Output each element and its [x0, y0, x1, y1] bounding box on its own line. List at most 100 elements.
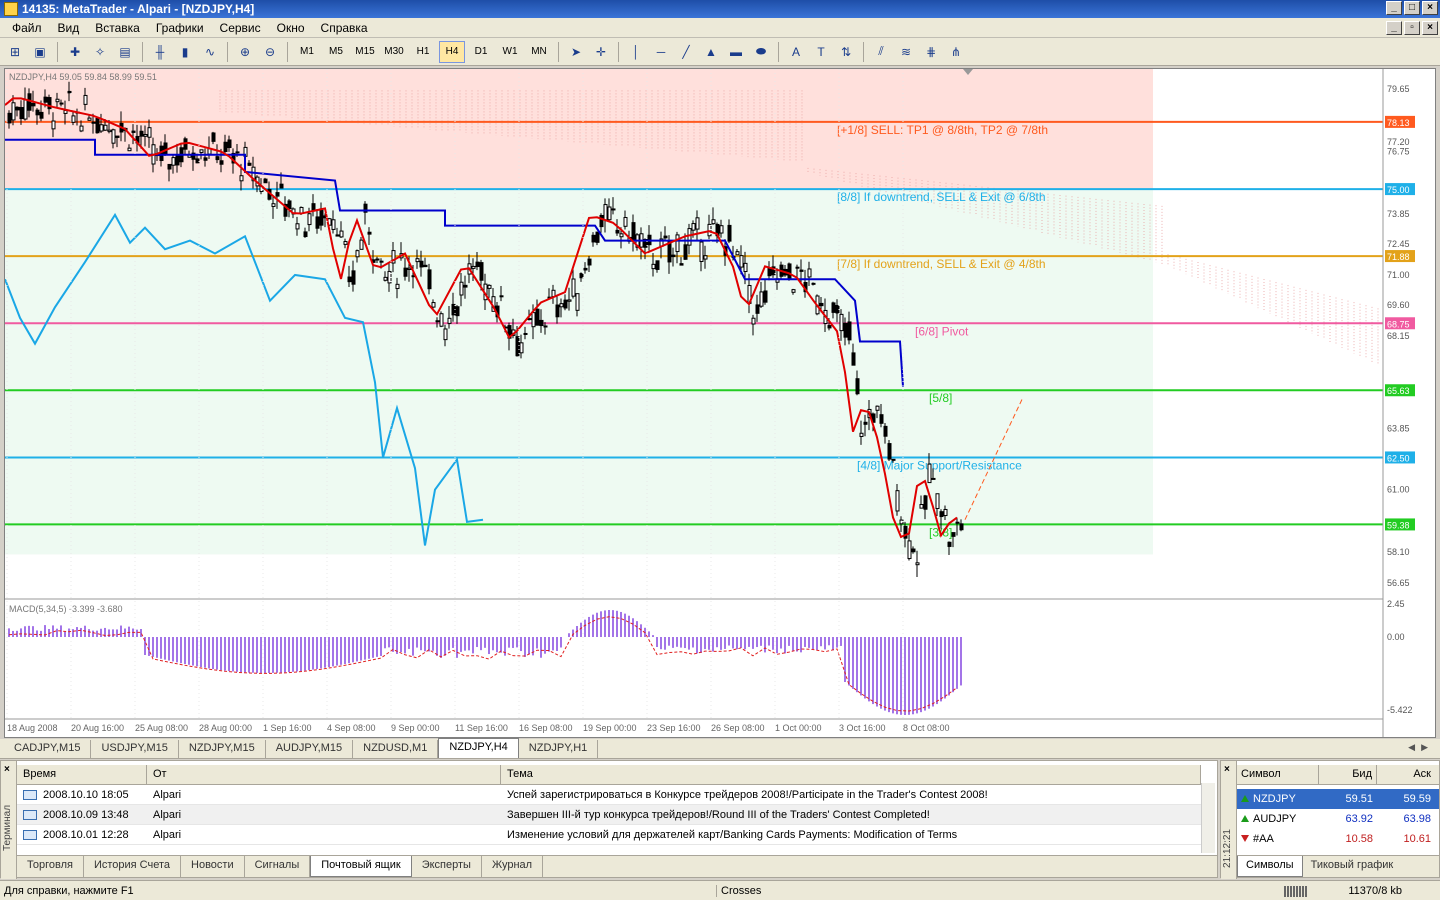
maximize-button[interactable]: □: [1404, 1, 1420, 15]
mail-table-header: Время От Тема: [17, 765, 1201, 785]
symbol-row-aa[interactable]: #AA 10.58 10.61: [1237, 829, 1439, 849]
line-chart-icon[interactable]: ∿: [199, 41, 221, 63]
macd-header: MACD(5,34,5) -3.399 -3.680: [9, 604, 123, 614]
text-label-icon[interactable]: T: [810, 41, 832, 63]
profiles-icon[interactable]: ▣: [29, 41, 51, 63]
vertical-line-icon[interactable]: │: [625, 41, 647, 63]
close-icon[interactable]: ×: [1224, 764, 1230, 775]
table-row[interactable]: 2008.10.01 12:28 Alpari Изменение услови…: [17, 825, 1201, 845]
menu-tools[interactable]: Сервис: [212, 21, 269, 35]
zoom-out-icon[interactable]: ⊖: [259, 41, 281, 63]
price-tick: 76.75: [1387, 147, 1410, 157]
market-watch-header: Символ Бид Аск: [1237, 765, 1439, 785]
bar-chart-icon[interactable]: ╫: [149, 41, 171, 63]
chart-tab-nzdjpy-h1[interactable]: NZDJPY,H1: [519, 740, 599, 758]
gann-icon[interactable]: ⋕: [920, 41, 942, 63]
time-tick: 28 Aug 00:00: [199, 723, 252, 733]
tab-journal[interactable]: Журнал: [482, 856, 544, 877]
mail-subject: Изменение условий для держателей карт/Ba…: [507, 828, 958, 841]
andrews-icon[interactable]: ⋔: [945, 41, 967, 63]
candles-icon[interactable]: ▮: [174, 41, 196, 63]
channel-icon[interactable]: ⫽: [870, 41, 892, 63]
crosshair-icon[interactable]: ✛: [590, 41, 612, 63]
tab-tick-chart[interactable]: Тиковый график: [1303, 856, 1402, 877]
price-tick: 72.45: [1387, 239, 1410, 249]
menu-window[interactable]: Окно: [269, 21, 313, 35]
tab-mailbox[interactable]: Почтовый ящик: [310, 856, 412, 877]
table-row[interactable]: 2008.10.10 18:05 Alpari Успей зарегистри…: [17, 785, 1201, 805]
col-from[interactable]: От: [147, 765, 501, 784]
tab-account-history[interactable]: История Счета: [84, 856, 182, 877]
tf-mn[interactable]: MN: [526, 41, 552, 63]
chart-tab-usdjpy-m15[interactable]: USDJPY,M15: [91, 740, 179, 758]
mail-scrollbar[interactable]: [1201, 783, 1215, 853]
ellipse-icon[interactable]: ⬬: [750, 41, 772, 63]
chart-canvas[interactable]: [+1/8] SELL: TP1 @ 8/8th, TP2 @ 7/8th 78.…: [5, 69, 1435, 737]
time-tick: 11 Sep 16:00: [455, 723, 508, 733]
col-subject[interactable]: Тема: [501, 765, 1201, 784]
tf-d1[interactable]: D1: [468, 41, 494, 63]
horizontal-line-icon[interactable]: ─: [650, 41, 672, 63]
cursor-icon[interactable]: ➤: [565, 41, 587, 63]
text-icon[interactable]: A: [785, 41, 807, 63]
navigator-icon[interactable]: ✧: [89, 41, 111, 63]
tf-m5[interactable]: M5: [323, 41, 349, 63]
tf-h4[interactable]: H4: [439, 40, 465, 63]
close-button[interactable]: ×: [1422, 1, 1438, 15]
chart-tab-cadjpy-m15[interactable]: CADJPY,M15: [4, 740, 92, 758]
menu-charts[interactable]: Графики: [148, 21, 212, 35]
symbol-row-audjpy[interactable]: AUDJPY 63.92 63.98: [1237, 809, 1439, 829]
status-profile[interactable]: Crosses: [716, 885, 761, 897]
time-tick: 23 Sep 16:00: [647, 723, 701, 733]
child-minimize-button[interactable]: _: [1386, 21, 1402, 35]
chart-tab-audjpy-m15[interactable]: AUDJPY,M15: [266, 740, 354, 758]
col-ask[interactable]: Аск: [1377, 765, 1435, 784]
mail-table: Время От Тема 2008.10.10 18:05 Alpari Ус…: [17, 765, 1201, 845]
time-tick: 19 Sep 00:00: [583, 723, 637, 733]
minimize-button[interactable]: _: [1386, 1, 1402, 15]
close-icon[interactable]: ×: [4, 764, 10, 775]
mail-icon: [23, 809, 37, 820]
trendline-icon[interactable]: ╱: [675, 41, 697, 63]
new-chart-icon[interactable]: ⊞: [4, 41, 26, 63]
price-tick: 58.10: [1387, 547, 1410, 557]
zoom-in-icon[interactable]: ⊕: [234, 41, 256, 63]
arrows-icon[interactable]: ⇅: [835, 41, 857, 63]
macd-histogram: [8, 610, 962, 715]
col-time[interactable]: Время: [17, 765, 147, 784]
tab-news[interactable]: Новости: [181, 856, 245, 877]
chart-tab-nzdjpy-m15[interactable]: NZDJPY,M15: [179, 740, 266, 758]
menu-help[interactable]: Справка: [313, 21, 376, 35]
tf-m1[interactable]: M1: [294, 41, 320, 63]
symbol-row-nzdjpy[interactable]: NZDJPY 59.51 59.59: [1237, 789, 1439, 809]
time-tick: 26 Sep 08:00: [711, 723, 765, 733]
tf-m30[interactable]: M30: [381, 41, 407, 63]
tab-trade[interactable]: Торговля: [17, 856, 84, 877]
rectangle-icon[interactable]: ▬: [725, 41, 747, 63]
menu-view[interactable]: Вид: [50, 21, 88, 35]
terminal-icon[interactable]: ▤: [114, 41, 136, 63]
chart-window[interactable]: [+1/8] SELL: TP1 @ 8/8th, TP2 @ 7/8th 78.…: [4, 68, 1436, 738]
macd-signal-line: [8, 616, 958, 712]
tab-signals[interactable]: Сигналы: [245, 856, 311, 877]
menu-file[interactable]: Файл: [4, 21, 50, 35]
tf-h1[interactable]: H1: [410, 41, 436, 63]
tab-scroll-arrows[interactable]: ◀▶: [1408, 742, 1434, 753]
col-bid[interactable]: Бид: [1319, 765, 1377, 784]
child-close-button[interactable]: ×: [1422, 21, 1438, 35]
tab-symbols[interactable]: Символы: [1237, 856, 1303, 877]
table-row[interactable]: 2008.10.09 13:48 Alpari Завершен III-й т…: [17, 805, 1201, 825]
tf-w1[interactable]: W1: [497, 41, 523, 63]
menu-insert[interactable]: Вставка: [87, 21, 148, 35]
chart-tab-nzdusd-m1[interactable]: NZDUSD,M1: [353, 740, 439, 758]
child-restore-button[interactable]: ▫: [1404, 21, 1420, 35]
price-tick: 68.15: [1387, 331, 1410, 341]
triangle-icon[interactable]: ▲: [700, 41, 722, 63]
tab-experts[interactable]: Эксперты: [412, 856, 482, 877]
price-tick: 63.85: [1387, 423, 1410, 433]
tf-m15[interactable]: M15: [352, 41, 378, 63]
chart-tab-nzdjpy-h4[interactable]: NZDJPY,H4: [438, 738, 519, 758]
market-watch-icon[interactable]: ✚: [64, 41, 86, 63]
fibo-icon[interactable]: ≋: [895, 41, 917, 63]
col-symbol[interactable]: Символ: [1237, 765, 1319, 784]
